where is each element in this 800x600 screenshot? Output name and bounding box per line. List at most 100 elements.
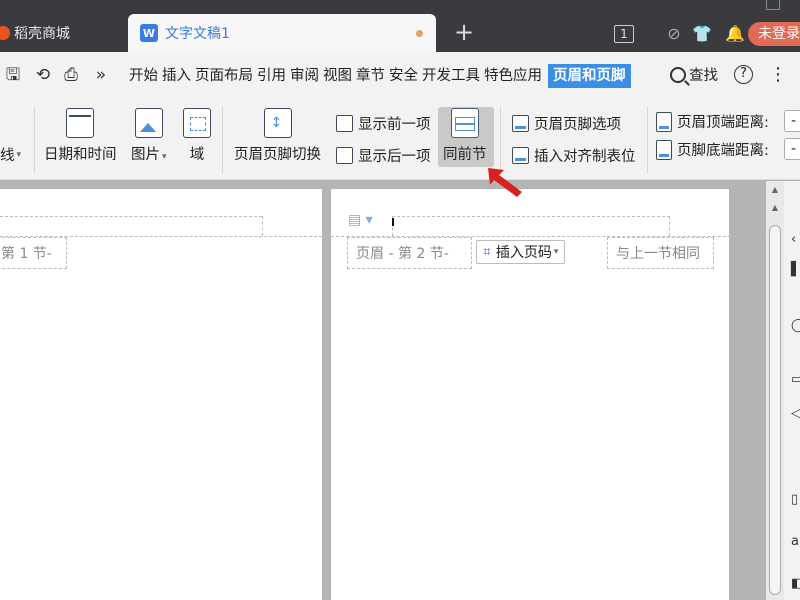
tab-review[interactable]: 审阅 — [289, 64, 320, 88]
calendar-icon — [66, 108, 95, 138]
header-top-distance: 页眉顶端距离: — [656, 111, 769, 132]
sidebar-shape-icon[interactable]: ◁ — [791, 407, 800, 421]
show-next-label: 显示后一项 — [358, 149, 431, 165]
caret-down-icon: ▾ — [553, 247, 559, 257]
options-label: 页眉页脚选项 — [534, 117, 621, 133]
login-button[interactable]: 未登录 — [748, 22, 800, 46]
tab-docer-store[interactable]: 稻壳商城 — [0, 14, 124, 52]
margin-guide — [669, 216, 670, 236]
align-tab-icon — [512, 147, 529, 164]
field-icon — [183, 108, 211, 138]
bell-icon[interactable]: 🔔 — [725, 24, 745, 44]
vertical-scrollbar[interactable]: ▲ ▲ — [766, 181, 784, 600]
field-button[interactable]: 域 — [183, 108, 211, 164]
annotation-arrow-icon — [488, 168, 522, 197]
tab-insert[interactable]: 插入 — [161, 64, 192, 88]
insert-page-number-button[interactable]: ⌗ 插入页码 ▾ — [476, 240, 566, 264]
show-next-icon — [336, 147, 353, 164]
link-to-previous-icon — [450, 108, 479, 138]
sidebar-text-icon[interactable]: a — [791, 535, 800, 549]
tab-home[interactable]: 开始 — [128, 64, 159, 88]
same-as-previous-button[interactable]: 同前节 — [443, 108, 487, 164]
help-icon[interactable]: ? — [734, 65, 753, 84]
date-time-button[interactable]: 日期和时间 — [44, 108, 117, 164]
margin-guide — [262, 216, 263, 236]
footer-distance-icon — [656, 139, 672, 160]
format-painter-icon[interactable]: ⟲ — [32, 64, 54, 86]
insert-page-number-label: 插入页码 — [495, 245, 552, 261]
line-label: 线 — [0, 148, 15, 164]
margin-guide — [0, 216, 262, 217]
scroll-up-icon[interactable]: ▲ — [770, 203, 780, 213]
sidebar-select-icon[interactable]: ◯ — [791, 319, 800, 333]
picture-button[interactable]: 图片 ▾ — [131, 108, 167, 164]
header-top-distance-label: 页眉顶端距离: — [677, 115, 769, 131]
new-tab-button[interactable]: + — [454, 20, 474, 44]
ribbon-separator — [222, 106, 223, 174]
same-as-previous-label: 同前节 — [443, 147, 487, 163]
print-icon[interactable]: ⎙ — [60, 64, 82, 86]
tab-security[interactable]: 安全 — [388, 64, 419, 88]
header-footer-options-button[interactable]: 页眉页脚选项 — [512, 113, 621, 134]
insert-align-tab-label: 插入对齐制表位 — [534, 149, 636, 165]
sync-icon[interactable]: ⊘ — [664, 24, 684, 44]
search-button[interactable]: 查找 — [670, 64, 718, 85]
footer-bottom-distance: 页脚底端距离: — [656, 139, 769, 160]
tab-document-label: 文字文稿1 — [165, 26, 230, 42]
writer-doc-icon: W — [140, 24, 158, 42]
header-distance-icon — [656, 111, 672, 132]
ribbon-separator — [647, 106, 648, 174]
picture-icon — [134, 108, 163, 138]
tab-developer[interactable]: 开发工具 — [421, 64, 481, 88]
header-top-distance-input[interactable]: - — [784, 110, 800, 132]
show-previous-icon — [336, 115, 353, 132]
show-previous-button[interactable]: 显示前一项 — [336, 113, 431, 134]
ribbon-tabs: 开始 插入 页面布局 引用 审阅 视图 章节 安全 开发工具 特色应用 页眉和页… — [128, 64, 633, 88]
insert-align-tab-button[interactable]: 插入对齐制表位 — [512, 145, 636, 166]
sidebar-tool-icon[interactable]: ◧ — [791, 577, 800, 591]
switch-label: 页眉页脚切换 — [234, 147, 321, 163]
line-dropdown[interactable]: 线 ▾ — [0, 144, 21, 165]
scroll-up-icon[interactable]: ▲ — [770, 185, 780, 195]
text-cursor — [392, 218, 394, 226]
tab-references[interactable]: 引用 — [256, 64, 287, 88]
window-count-badge[interactable]: 1 — [614, 25, 634, 43]
field-label: 域 — [189, 147, 205, 163]
sidebar-navigation-icon[interactable]: ▭ — [791, 373, 800, 387]
footer-bottom-distance-input[interactable]: - — [784, 138, 800, 160]
header-paragraph-icon[interactable]: ▤ ▾ — [348, 212, 373, 228]
switch-header-footer-icon — [263, 108, 292, 138]
date-time-label: 日期和时间 — [44, 147, 117, 163]
tab-sections[interactable]: 章节 — [355, 64, 386, 88]
picture-label: 图片 ▾ — [131, 147, 167, 163]
overflow-chevron-icon[interactable]: » — [90, 64, 112, 86]
window-restore-icon[interactable] — [766, 0, 780, 10]
sidebar-collapse-icon[interactable]: ‹ — [791, 233, 800, 247]
tab-special-apps[interactable]: 特色应用 — [483, 64, 543, 88]
show-previous-label: 显示前一项 — [358, 117, 431, 133]
sidebar-property-icon[interactable]: ▯ — [791, 493, 800, 507]
scrollbar-thumb[interactable] — [769, 225, 781, 595]
footer-bottom-distance-label: 页脚底端距离: — [677, 143, 769, 159]
sidebar-style-icon[interactable]: ▌ — [791, 263, 800, 277]
title-tab-bar: 稻壳商城 W 文字文稿1 + 1 ⊘ 👕 🔔 未登录 — [0, 0, 800, 52]
section-2-header-label: 页眉 - 第 2 节- — [347, 237, 472, 269]
section-1-header-label: 第 1 节- — [0, 237, 67, 269]
tab-document[interactable]: W 文字文稿1 — [128, 14, 436, 52]
caret-down-icon: ▾ — [162, 152, 167, 162]
margin-guide — [392, 216, 670, 217]
search-icon — [670, 66, 686, 83]
save-icon[interactable]: 🖫 — [2, 64, 24, 86]
page-number-icon: ⌗ — [483, 244, 491, 260]
tab-view[interactable]: 视图 — [322, 64, 353, 88]
tab-docer-label: 稻壳商城 — [14, 26, 70, 42]
more-options-icon[interactable]: ⋮ — [769, 64, 787, 86]
skin-shirt-icon[interactable]: 👕 — [692, 24, 712, 44]
show-next-button[interactable]: 显示后一项 — [336, 145, 431, 166]
tab-page-layout[interactable]: 页面布局 — [194, 64, 254, 88]
header-footer-switch-button[interactable]: 页眉页脚切换 — [234, 108, 321, 164]
ribbon-separator — [34, 106, 35, 174]
unsaved-dot-icon — [416, 30, 423, 37]
docer-logo-icon — [0, 26, 10, 40]
tab-header-footer[interactable]: 页眉和页脚 — [548, 64, 631, 88]
